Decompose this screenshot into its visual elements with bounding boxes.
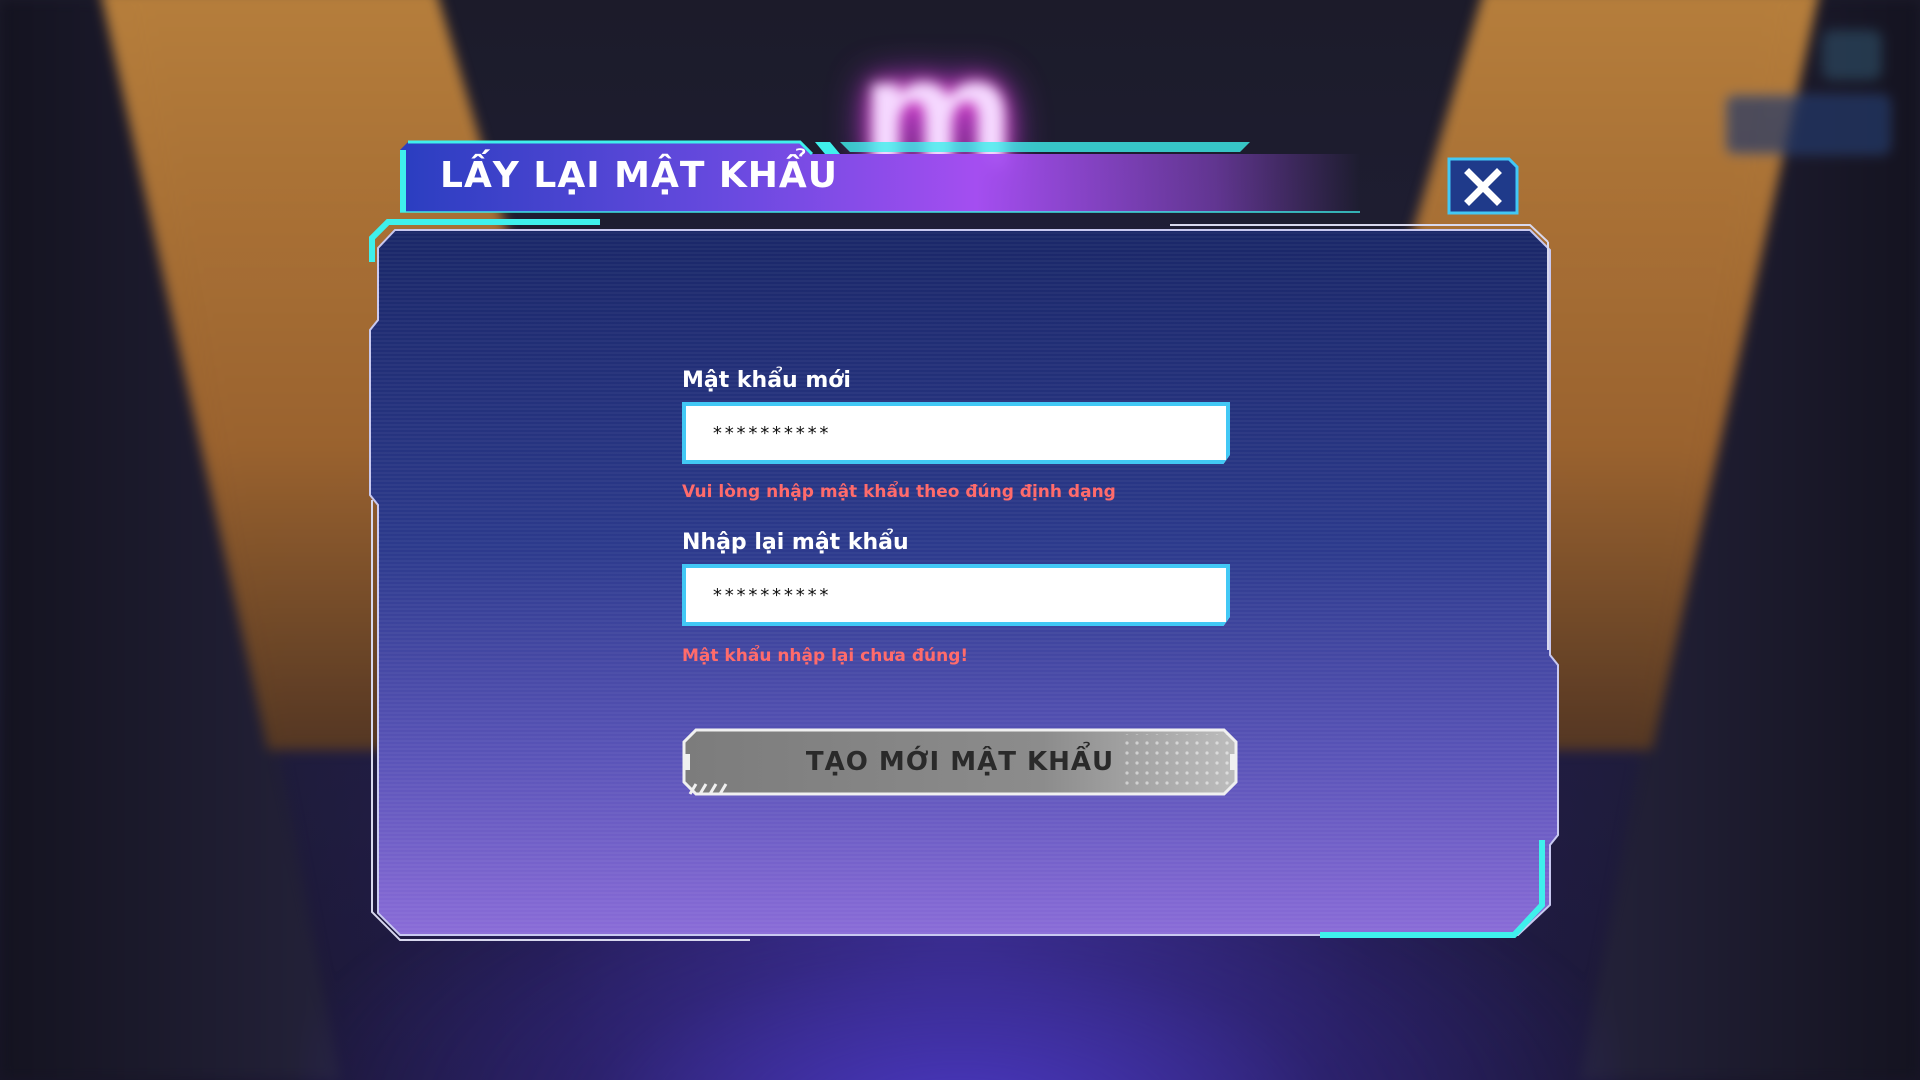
new-password-input[interactable]	[710, 421, 1226, 445]
close-button[interactable]	[1447, 157, 1519, 215]
dialog-title: LẤY LẠI MẬT KHẨU	[440, 155, 839, 196]
confirm-password-label: Nhập lại mật khẩu	[682, 530, 909, 555]
confirm-password-input[interactable]	[710, 583, 1226, 607]
new-password-field[interactable]	[682, 402, 1230, 464]
app-screen: m LẤY LẠI MẬT KHẨU Mật khẩu mới ********…	[0, 0, 1920, 1080]
dialog-frame	[369, 140, 1559, 941]
confirm-password-field[interactable]	[682, 564, 1230, 626]
new-password-label: Mật khẩu mới	[682, 368, 851, 393]
create-password-button[interactable]	[682, 728, 1238, 796]
close-x-icon	[1447, 157, 1519, 215]
new-password-error: Vui lòng nhập mật khẩu theo đúng định dạ…	[682, 482, 1116, 502]
confirm-password-error: Mật khẩu nhập lại chưa đúng!	[682, 646, 969, 666]
